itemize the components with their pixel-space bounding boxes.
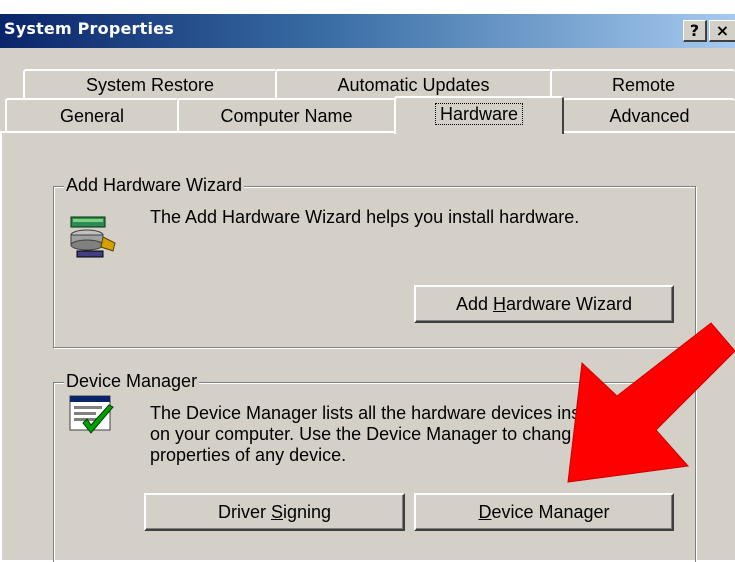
driver-signing-label-before: Driver <box>217 502 271 522</box>
tab-hardware[interactable]: Hardware <box>394 96 564 134</box>
tab-automatic-updates[interactable]: Automatic Updates <box>275 69 552 99</box>
tab-computer-name[interactable]: Computer Name <box>177 98 396 132</box>
device-manager-label-after: evice Manager <box>491 502 610 522</box>
window-title: System Properties <box>4 19 174 38</box>
add-hw-label-mnemonic: H <box>492 294 506 314</box>
device-manager-description-line-2: on your computer. Use the Device Manager… <box>150 424 572 444</box>
device-manager-description: The Device Manager lists all the hardwar… <box>150 403 585 466</box>
device-manager-group-title: Device Manager <box>64 371 200 392</box>
device-manager-icon <box>69 395 114 434</box>
tab-system-restore[interactable]: System Restore <box>23 69 277 99</box>
system-properties-window: System Properties ? × System Restore Aut… <box>0 14 735 562</box>
help-button[interactable]: ? <box>683 20 707 42</box>
tab-hardware-label: Hardware <box>434 103 524 125</box>
device-manager-description-line-1: The Device Manager lists all the hardwar… <box>150 403 586 423</box>
device-manager-description-line-3: properties of any device. <box>150 445 347 465</box>
close-button[interactable]: × <box>709 20 735 42</box>
hardware-wizard-icon <box>70 216 116 258</box>
device-manager-label-mnemonic: D <box>478 502 492 522</box>
device-manager-button[interactable]: Device Manager <box>414 493 674 531</box>
add-hw-label-after: ardware Wizard <box>505 294 633 314</box>
add-hardware-description: The Add Hardware Wizard helps you instal… <box>150 207 580 227</box>
title-bar[interactable]: System Properties ? × <box>0 14 735 48</box>
driver-signing-label-after: igning <box>282 502 332 522</box>
tab-remote[interactable]: Remote <box>550 69 735 99</box>
tab-advanced[interactable]: Advanced <box>562 98 735 132</box>
add-hardware-wizard-button[interactable]: Add Hardware Wizard <box>414 285 674 323</box>
driver-signing-label-mnemonic: S <box>270 502 283 522</box>
add-hardware-group-title: Add Hardware Wizard <box>64 175 245 196</box>
driver-signing-button[interactable]: Driver Signing <box>144 493 405 531</box>
tab-general[interactable]: General <box>5 98 179 132</box>
add-hw-label-before: Add <box>455 294 493 314</box>
hardware-tab-panel: Add Hardware Wizard The Add Hardware Wiz… <box>0 131 735 562</box>
